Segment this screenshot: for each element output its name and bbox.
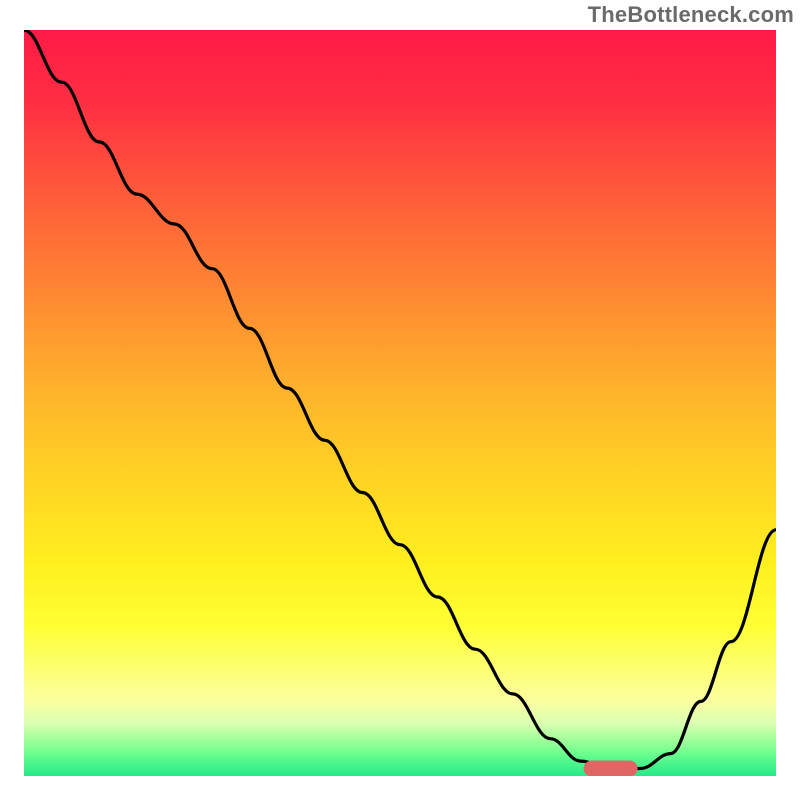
bottleneck-curve <box>24 30 776 769</box>
watermark-text: TheBottleneck.com <box>588 2 794 28</box>
chart-container: TheBottleneck.com <box>0 0 800 800</box>
plot-area <box>24 30 776 776</box>
chart-svg <box>24 30 776 776</box>
optimal-marker <box>584 761 638 777</box>
